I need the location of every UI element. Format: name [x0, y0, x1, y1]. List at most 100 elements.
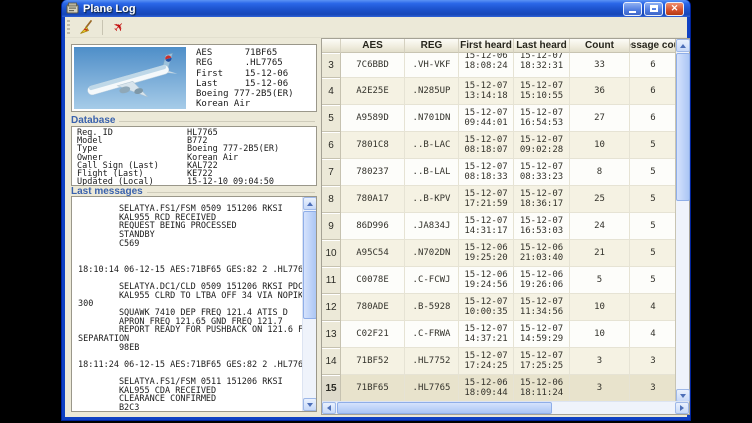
scroll-left-button[interactable] [322, 402, 336, 414]
cell-first-heard-time: 17:21:59 [464, 199, 507, 209]
table-row[interactable]: 7780237..B-LAL15-12-0708:18:3315-12-0708… [322, 159, 676, 186]
cell-last-heard-date: 15-12-06 [520, 270, 563, 280]
table-row[interactable]: 986D996.JA834J15-12-0714:31:1715-12-0716… [322, 213, 676, 240]
cell-first-heard-time: 19:24:56 [464, 280, 507, 290]
cell-message-count: 5 [630, 186, 676, 213]
plane-log-window: Plane Log ✕ ✈ [62, 0, 690, 420]
table-body: 37C6BBD.VH-VKF15-12-0618:08:2415-12-0718… [322, 53, 676, 402]
titlebar[interactable]: Plane Log ✕ [62, 0, 690, 17]
row-number: 7 [322, 159, 341, 186]
table-hscrollbar[interactable] [322, 401, 689, 414]
column-header-reg[interactable]: REG [405, 39, 459, 53]
cell-last-heard-date: 15-12-06 [520, 243, 563, 253]
table-row[interactable]: 5A9589D.N701DN15-12-0709:44:0115-12-0716… [322, 105, 676, 132]
cell-last-heard-lines: 15-12-0717:25:25 [520, 351, 563, 371]
aircraft-button[interactable]: ✈ [107, 18, 131, 37]
cell-reg: .B-5928 [405, 294, 459, 321]
last-messages-text: SELATYA.FS1/FSM 0509 151206 RKSI KAL955 … [72, 197, 316, 412]
column-header-last-heard[interactable]: Last heard [514, 39, 570, 53]
screen-background: Plane Log ✕ ✈ [0, 0, 752, 423]
cell-first-heard-lines: 15-12-0717:24:25 [464, 351, 507, 371]
cell-first-heard-time: 09:44:01 [464, 118, 507, 128]
cell-count: 25 [570, 186, 630, 213]
close-button[interactable]: ✕ [665, 2, 684, 16]
cell-reg: .N285UP [405, 78, 459, 105]
cell-aes: 780ADE [341, 294, 405, 321]
cell-message-count: 6 [630, 105, 676, 132]
cell-first-heard-lines: 15-12-0713:14:18 [464, 81, 507, 101]
column-header-aes[interactable]: AES [341, 39, 405, 53]
scroll-thumb[interactable] [676, 53, 690, 201]
table-row[interactable]: 13C02F21.C-FRWA15-12-0714:37:2115-12-071… [322, 321, 676, 348]
cell-first-heard-lines: 15-12-0709:44:01 [464, 108, 507, 128]
cell-first-heard-date: 15-12-07 [464, 108, 507, 118]
cell-first-heard-lines: 15-12-0619:24:56 [464, 270, 507, 290]
maximize-button[interactable] [644, 2, 663, 16]
toolbar-grip[interactable] [67, 20, 70, 35]
table-row[interactable]: 4A2E25E.N285UP15-12-0713:14:1815-12-0715… [322, 78, 676, 105]
cell-first-heard: 15-12-0717:24:25 [459, 348, 514, 375]
aircraft-photo [74, 47, 186, 109]
cell-aes: 71BF65 [341, 375, 405, 402]
column-header-first-heard[interactable]: First heard [459, 39, 514, 53]
arrow-right-icon [680, 405, 684, 411]
arrow-up-icon [307, 202, 313, 206]
maximize-icon [650, 5, 658, 12]
arrow-down-icon [307, 403, 313, 407]
cell-last-heard-date: 15-12-07 [520, 162, 563, 172]
messages-scrollbar[interactable] [302, 197, 316, 411]
cell-first-heard-date: 15-12-07 [464, 189, 507, 199]
column-header-count[interactable]: Count [570, 39, 630, 53]
cell-aes: C0078E [341, 267, 405, 294]
cell-aes: A95C54 [341, 240, 405, 267]
last-messages-box[interactable]: SELATYA.FS1/FSM 0509 151206 RKSI KAL955 … [71, 196, 317, 412]
cell-last-heard-time: 16:53:03 [520, 226, 563, 236]
cell-first-heard-time: 18:09:44 [464, 388, 507, 398]
cell-first-heard-date: 15-12-07 [464, 135, 507, 145]
cell-reg: ..B-KPV [405, 186, 459, 213]
cell-last-heard: 15-12-0714:59:29 [514, 321, 570, 348]
minimize-button[interactable] [623, 2, 642, 16]
cell-first-heard-lines: 15-12-0717:21:59 [464, 189, 507, 209]
clear-button[interactable] [74, 18, 98, 37]
table-row[interactable]: 11C0078E.C-FCWJ15-12-0619:24:5615-12-061… [322, 267, 676, 294]
database-group-label: Database [71, 115, 115, 126]
cell-last-heard-lines: 15-12-0716:53:03 [520, 216, 563, 236]
arrow-up-icon [680, 44, 686, 48]
cell-last-heard: 15-12-0716:53:03 [514, 213, 570, 240]
table-row[interactable]: 10A95C54.N702DN15-12-0619:25:2015-12-062… [322, 240, 676, 267]
column-header-row-number[interactable] [322, 39, 341, 53]
table-row[interactable]: 12780ADE.B-592815-12-0710:00:3515-12-071… [322, 294, 676, 321]
table-row[interactable]: 1571BF65.HL776515-12-0618:09:4415-12-061… [322, 375, 676, 402]
database-field-value: 15-12-10 09:04:50 [187, 178, 274, 186]
cell-first-heard-time: 10:00:35 [464, 307, 507, 317]
scroll-right-button[interactable] [675, 402, 689, 414]
cell-first-heard-time: 14:37:21 [464, 334, 507, 344]
last-messages-group-label: Last messages [71, 186, 143, 197]
table-row[interactable]: 8780A17..B-KPV15-12-0717:21:5915-12-0718… [322, 186, 676, 213]
scroll-up-button[interactable] [303, 197, 317, 210]
scroll-up-button[interactable] [676, 39, 690, 52]
broom-icon [78, 19, 94, 35]
scroll-thumb[interactable] [337, 402, 552, 414]
cell-first-heard-time: 13:14:18 [464, 91, 507, 101]
red-plane-icon: ✈ [110, 18, 128, 36]
cell-first-heard-date: 15-12-07 [464, 324, 507, 334]
cell-first-heard-lines: 15-12-0618:08:24 [464, 53, 507, 71]
cell-aes: A9589D [341, 105, 405, 132]
table-row[interactable]: 1471BF52.HL775215-12-0717:24:2515-12-071… [322, 348, 676, 375]
cell-count: 27 [570, 105, 630, 132]
cell-message-count: 6 [630, 53, 676, 78]
scroll-thumb[interactable] [303, 211, 317, 319]
scroll-down-button[interactable] [303, 398, 317, 411]
table-vscrollbar[interactable] [675, 39, 689, 402]
cell-message-count: 5 [630, 132, 676, 159]
column-header-message-count[interactable]: Message count [630, 39, 676, 53]
cell-reg: .HL7752 [405, 348, 459, 375]
cell-last-heard-date: 15-12-07 [520, 81, 563, 91]
cell-last-heard-lines: 15-12-0718:32:31 [520, 53, 563, 71]
table-row[interactable]: 37C6BBD.VH-VKF15-12-0618:08:2415-12-0718… [322, 53, 676, 78]
cell-first-heard-time: 17:24:25 [464, 361, 507, 371]
cell-last-heard-date: 15-12-07 [520, 216, 563, 226]
table-row[interactable]: 67801C8..B-LAC15-12-0708:18:0715-12-0709… [322, 132, 676, 159]
